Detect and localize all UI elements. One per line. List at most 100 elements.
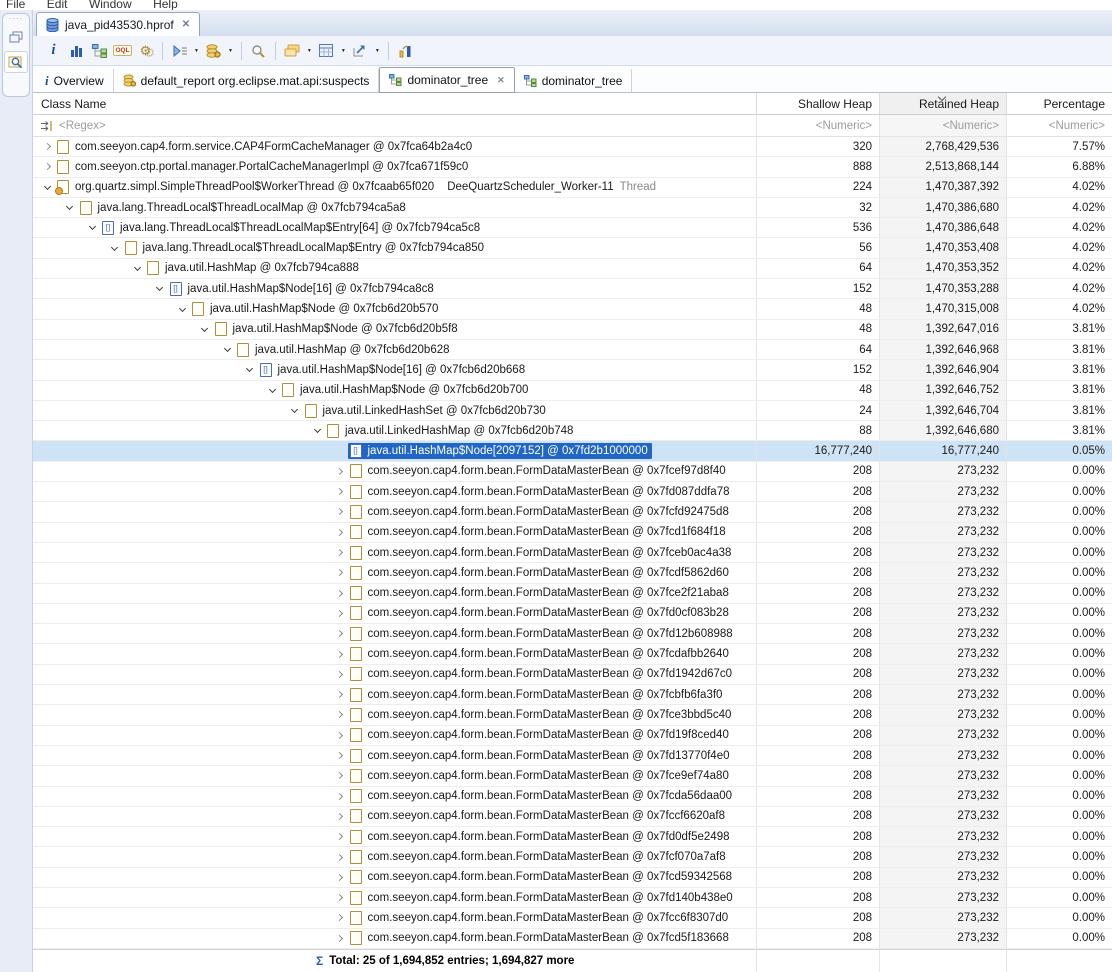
collapse-arrow-icon[interactable] (107, 247, 123, 250)
table-row[interactable]: java.util.LinkedHashSet @ 0x7fcb6d20b730… (33, 401, 1112, 421)
collapse-arrow-icon[interactable] (309, 429, 325, 432)
oql-button[interactable]: OQL (112, 39, 133, 62)
expand-arrow-icon[interactable] (332, 915, 348, 920)
expand-arrow-icon[interactable] (332, 530, 348, 535)
dropdown-arrow-icon[interactable]: ▼ (341, 48, 346, 54)
export-button[interactable] (350, 39, 371, 62)
table-row[interactable]: com.seeyon.cap4.form.bean.FormDataMaster… (33, 665, 1112, 685)
tab-overview[interactable]: i Overview (36, 69, 114, 92)
collapse-arrow-icon[interactable] (219, 348, 235, 351)
expand-arrow-icon[interactable] (332, 794, 348, 799)
table-row[interactable]: com.seeyon.cap4.form.bean.FormDataMaster… (33, 624, 1112, 644)
table-row[interactable]: com.seeyon.cap4.form.bean.FormDataMaster… (33, 644, 1112, 664)
table-row[interactable]: java.util.HashMap$Node @ 0x7fcb6d20b7004… (33, 381, 1112, 401)
expand-arrow-icon[interactable] (332, 692, 348, 697)
shallow-heap-filter[interactable]: <Numeric> (757, 115, 880, 136)
expand-arrow-icon[interactable] (332, 611, 348, 616)
expand-arrow-icon[interactable] (332, 753, 348, 758)
table-row[interactable]: org.quartz.simpl.SimpleThreadPool$Worker… (33, 178, 1112, 198)
table-row[interactable]: com.seeyon.cap4.form.bean.FormDataMaster… (33, 523, 1112, 543)
table-row[interactable]: java.util.HashMap$Node @ 0x7fcb6d20b5f84… (33, 320, 1112, 340)
table-row[interactable]: com.seeyon.cap4.form.bean.FormDataMaster… (33, 584, 1112, 604)
dropdown-arrow-icon[interactable]: ▼ (194, 48, 199, 54)
collapse-arrow-icon[interactable] (62, 206, 78, 209)
expand-arrow-icon[interactable] (332, 469, 348, 474)
tab-close-icon[interactable]: ✕ (497, 75, 505, 86)
collapse-arrow-icon[interactable] (264, 389, 280, 392)
collapse-arrow-icon[interactable] (287, 409, 303, 412)
expand-arrow-icon[interactable] (332, 834, 348, 839)
table-row[interactable]: []java.util.HashMap$Node[16] @ 0x7fcb6d2… (33, 360, 1112, 380)
class-name-filter[interactable]: <Regex> (33, 115, 757, 136)
percentage-filter[interactable]: <Numeric> (1007, 115, 1112, 136)
table-row[interactable]: java.util.HashMap$Node @ 0x7fcb6d20b5704… (33, 299, 1112, 319)
thread-overview-button[interactable]: ⚙ (135, 39, 156, 62)
expand-arrow-icon[interactable] (332, 712, 348, 717)
menu-file[interactable]: File (6, 0, 25, 10)
run-expert-report-button[interactable] (169, 39, 190, 62)
table-row[interactable]: com.seeyon.cap4.form.service.CAP4FormCac… (33, 137, 1112, 157)
collapse-arrow-icon[interactable] (84, 226, 100, 229)
collapse-arrow-icon[interactable] (152, 287, 168, 290)
column-header-percentage[interactable]: Percentage (1007, 93, 1112, 114)
overview-info-button[interactable]: i (43, 39, 64, 62)
table-row[interactable]: com.seeyon.ctp.portal.manager.PortalCach… (33, 157, 1112, 177)
table-row[interactable]: com.seeyon.cap4.form.bean.FormDataMaster… (33, 563, 1112, 583)
collapse-arrow-icon[interactable] (174, 308, 190, 311)
table-row[interactable]: java.util.HashMap @ 0x7fcb6d20b628641,39… (33, 340, 1112, 360)
drag-grip-icon[interactable]: ···· (9, 15, 24, 23)
collapse-arrow-icon[interactable] (129, 267, 145, 270)
table-row[interactable]: com.seeyon.cap4.form.bean.FormDataMaster… (33, 543, 1112, 563)
expand-arrow-icon[interactable] (332, 591, 348, 596)
table-row[interactable]: java.lang.ThreadLocal$ThreadLocalMap$Ent… (33, 238, 1112, 258)
expand-arrow-icon[interactable] (332, 936, 348, 941)
calculator-button[interactable] (316, 39, 337, 62)
grouping-button[interactable] (282, 39, 303, 62)
editor-tab-hprof[interactable]: java_pid43530.hprof ✕ (36, 12, 200, 36)
dominator-tree-button[interactable] (89, 39, 110, 62)
table-row[interactable]: []java.util.HashMap$Node[2097152] @ 0x7f… (33, 441, 1112, 461)
table-row[interactable]: com.seeyon.cap4.form.bean.FormDataMaster… (33, 827, 1112, 847)
tab-default-report[interactable]: default_report org.eclipse.mat.api:suspe… (114, 69, 380, 92)
menu-edit[interactable]: Edit (47, 0, 68, 10)
table-row[interactable]: java.util.LinkedHashMap @ 0x7fcb6d20b748… (33, 421, 1112, 441)
expand-arrow-icon[interactable] (332, 733, 348, 738)
table-row[interactable]: com.seeyon.cap4.form.bean.FormDataMaster… (33, 807, 1112, 827)
expand-arrow-icon[interactable] (332, 652, 348, 657)
table-row[interactable]: com.seeyon.cap4.form.bean.FormDataMaster… (33, 685, 1112, 705)
dropdown-arrow-icon[interactable]: ▼ (307, 48, 312, 54)
table-row[interactable]: com.seeyon.cap4.form.bean.FormDataMaster… (33, 868, 1112, 888)
table-row[interactable]: com.seeyon.cap4.form.bean.FormDataMaster… (33, 888, 1112, 908)
expand-arrow-icon[interactable] (332, 855, 348, 860)
dropdown-arrow-icon[interactable]: ▼ (228, 48, 233, 54)
table-row[interactable]: com.seeyon.cap4.form.bean.FormDataMaster… (33, 705, 1112, 725)
tab-dominator-tree-2[interactable]: dominator_tree (515, 69, 633, 92)
query-browser-button[interactable] (203, 39, 224, 62)
table-row[interactable]: com.seeyon.cap4.form.bean.FormDataMaster… (33, 462, 1112, 482)
expand-arrow-icon[interactable] (332, 773, 348, 778)
expand-arrow-icon[interactable] (332, 509, 348, 514)
inspector-view-button[interactable] (4, 51, 28, 73)
dropdown-arrow-icon[interactable]: ▼ (375, 48, 380, 54)
collapse-arrow-icon[interactable] (197, 328, 213, 331)
expand-arrow-icon[interactable] (332, 875, 348, 880)
table-row[interactable]: []java.lang.ThreadLocal$ThreadLocalMap$E… (33, 218, 1112, 238)
table-row[interactable]: com.seeyon.cap4.form.bean.FormDataMaster… (33, 908, 1112, 928)
column-header-shallow-heap[interactable]: Shallow Heap (757, 93, 880, 114)
table-row[interactable]: []java.util.HashMap$Node[16] @ 0x7fcb794… (33, 279, 1112, 299)
collapse-arrow-icon[interactable] (39, 186, 55, 189)
expand-arrow-icon[interactable] (332, 814, 348, 819)
table-row[interactable]: com.seeyon.cap4.form.bean.FormDataMaster… (33, 604, 1112, 624)
expand-arrow-icon[interactable] (332, 672, 348, 677)
menu-window[interactable]: Window (89, 0, 132, 10)
expand-arrow-icon[interactable] (332, 570, 348, 575)
column-header-class-name[interactable]: Class Name (33, 93, 757, 114)
table-row[interactable]: com.seeyon.cap4.form.bean.FormDataMaster… (33, 482, 1112, 502)
table-row[interactable]: com.seeyon.cap4.form.bean.FormDataMaster… (33, 847, 1112, 867)
menu-help[interactable]: Help (153, 0, 178, 10)
expand-arrow-icon[interactable] (332, 550, 348, 555)
table-row[interactable]: com.seeyon.cap4.form.bean.FormDataMaster… (33, 787, 1112, 807)
tab-dominator-tree-active[interactable]: dominator_tree ✕ (379, 67, 514, 93)
editor-tab-close-icon[interactable]: ✕ (182, 19, 190, 30)
compare-button[interactable] (395, 39, 416, 62)
